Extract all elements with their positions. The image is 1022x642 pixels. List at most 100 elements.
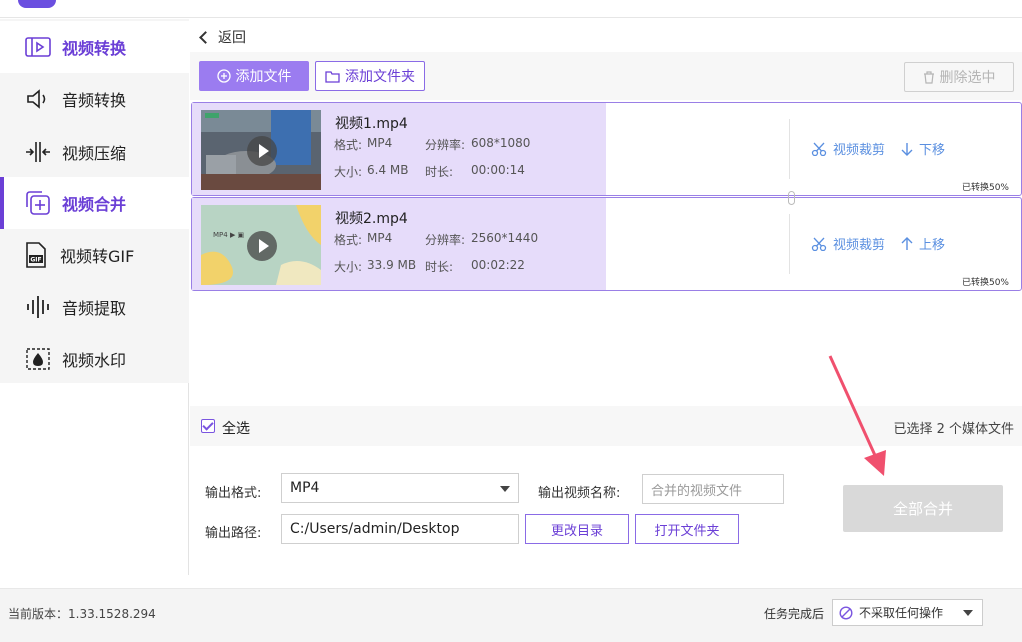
move-up-button[interactable]: 上移: [901, 234, 945, 253]
change-directory-label: 更改目录: [550, 523, 603, 539]
file-item[interactable]: 视频1.mp4 格式: MP4 分辨率: 608*1080 大小: 6.4 MB…: [191, 102, 1022, 196]
sidebar-item-label: 音频提取: [62, 299, 127, 318]
crop-video-button[interactable]: 视频裁剪: [811, 139, 885, 158]
title-bar: [0, 0, 1022, 18]
version-text: 当前版本：1.33.1528.294: [8, 607, 156, 621]
scissors-icon: [811, 237, 827, 251]
output-name-label: 输出视频名称:: [538, 486, 621, 501]
sidebar-item-video-merge[interactable]: 视频合并: [0, 177, 189, 229]
plus-circle-icon: [216, 69, 231, 83]
sidebar-item-label: 视频水印: [62, 351, 127, 370]
output-path-label: 输出路径:: [205, 526, 262, 541]
sidebar-item-video-compress[interactable]: 视频压缩: [0, 126, 189, 178]
resolution-value: 2560*1440: [471, 231, 539, 245]
sidebar-item-audio-convert[interactable]: 音频转换: [0, 73, 189, 125]
select-all-label[interactable]: 全选: [222, 418, 250, 438]
after-task-value: 不采取任何操作: [859, 606, 944, 620]
after-task-label: 任务完成后: [764, 607, 825, 621]
output-name-input[interactable]: 合并的视频文件: [642, 474, 784, 504]
resolution-label: 分辨率:: [425, 233, 466, 247]
back-label: 返回: [218, 30, 246, 46]
after-task-select[interactable]: 不采取任何操作: [832, 599, 983, 626]
play-icon[interactable]: [247, 136, 277, 166]
sidebar-item-label: 音频转换: [62, 91, 127, 110]
add-file-label: 添加文件: [235, 69, 292, 85]
video-thumbnail[interactable]: MP4 ▶ ▣: [201, 205, 321, 285]
audio-extract-icon: [24, 293, 52, 321]
gif-icon: GIF: [22, 241, 50, 269]
play-icon[interactable]: [247, 231, 277, 261]
arrow-up-icon: [901, 236, 913, 251]
duration-label: 时长:: [425, 260, 454, 274]
sidebar-item-label: 视频转换: [62, 39, 127, 58]
output-format-value: MP4: [290, 480, 320, 496]
duration-value: 00:00:14: [471, 163, 525, 177]
back-button[interactable]: 返回: [198, 27, 246, 47]
output-path-value: C:/Users/admin/Desktop: [290, 521, 460, 537]
delete-selected-button[interactable]: 删除选中: [904, 62, 1014, 92]
move-label: 上移: [919, 238, 946, 253]
crop-label: 视频裁剪: [833, 238, 886, 253]
video-thumbnail[interactable]: [201, 110, 321, 190]
size-label: 大小:: [334, 165, 363, 179]
output-name-placeholder: 合并的视频文件: [651, 483, 743, 499]
arrow-down-icon: [901, 142, 913, 156]
sidebar-item-audio-extract[interactable]: 音频提取: [0, 281, 189, 333]
caret-down-icon: [500, 486, 510, 492]
duration-label: 时长:: [425, 165, 454, 179]
drag-handle-icon[interactable]: [788, 191, 795, 205]
annotation-arrow-icon: [828, 355, 886, 476]
open-folder-label: 打开文件夹: [654, 523, 720, 539]
size-value: 6.4 MB: [367, 163, 409, 177]
video-convert-icon: [24, 33, 52, 61]
size-label: 大小:: [334, 260, 363, 274]
add-file-button[interactable]: 添加文件: [199, 61, 309, 91]
trash-icon: [923, 70, 935, 84]
chevron-left-icon: [199, 30, 212, 44]
compress-icon: [24, 138, 52, 166]
selected-count: 已选择 2 个媒体文件: [893, 422, 1014, 437]
output-path-input[interactable]: C:/Users/admin/Desktop: [281, 514, 519, 544]
caret-down-icon: [963, 610, 973, 616]
progress-text: 已转换50%: [961, 183, 1009, 193]
sidebar-item-video-watermark[interactable]: 视频水印: [0, 333, 189, 385]
audio-convert-icon: [24, 85, 52, 113]
open-folder-button[interactable]: 打开文件夹: [635, 514, 739, 544]
crop-video-button[interactable]: 视频裁剪: [811, 234, 885, 253]
output-format-label: 输出格式:: [205, 486, 262, 501]
app-logo: [18, 0, 56, 8]
merge-all-label: 全部合并: [892, 500, 953, 518]
folder-icon: [325, 70, 340, 83]
delete-selected-label: 删除选中: [939, 70, 996, 86]
sidebar-item-video-gif[interactable]: GIF 视频转GIF: [0, 229, 189, 281]
format-label: 格式:: [334, 138, 363, 152]
sidebar-item-label: 视频压缩: [62, 144, 127, 163]
output-format-select[interactable]: MP4: [281, 473, 519, 503]
svg-text:MP4 ▶ ▣: MP4 ▶ ▣: [213, 231, 244, 239]
file-item[interactable]: MP4 ▶ ▣ 视频2.mp4 格式: MP4 分辨率: 2560*1440 大…: [191, 197, 1022, 291]
format-label: 格式:: [334, 233, 363, 247]
sidebar-item-video-convert[interactable]: 视频转换: [0, 21, 189, 73]
sidebar: 视频转换 音频转换 视频压缩 视频合并 GIF 视频转GIF 音频提取 视频水印: [0, 19, 189, 575]
progress-text: 已转换50%: [961, 278, 1009, 288]
add-folder-label: 添加文件夹: [345, 69, 415, 85]
merge-icon: [24, 189, 52, 217]
format-value: MP4: [367, 136, 393, 150]
move-down-button[interactable]: 下移: [901, 139, 945, 158]
divider: [789, 119, 790, 179]
resolution-label: 分辨率:: [425, 138, 466, 152]
scissors-icon: [811, 142, 827, 156]
divider: [789, 214, 790, 274]
svg-text:GIF: GIF: [30, 257, 41, 264]
merge-all-button[interactable]: 全部合并: [843, 485, 1003, 532]
add-folder-button[interactable]: 添加文件夹: [315, 61, 425, 91]
sidebar-item-label: 视频转GIF: [60, 247, 135, 266]
file-name: 视频2.mp4: [335, 211, 408, 227]
resolution-value: 608*1080: [471, 136, 531, 150]
no-action-icon: [839, 605, 853, 620]
select-all-checkbox[interactable]: [201, 419, 215, 433]
format-value: MP4: [367, 231, 393, 245]
crop-label: 视频裁剪: [833, 143, 886, 158]
watermark-icon: [24, 345, 52, 373]
change-directory-button[interactable]: 更改目录: [525, 514, 629, 544]
